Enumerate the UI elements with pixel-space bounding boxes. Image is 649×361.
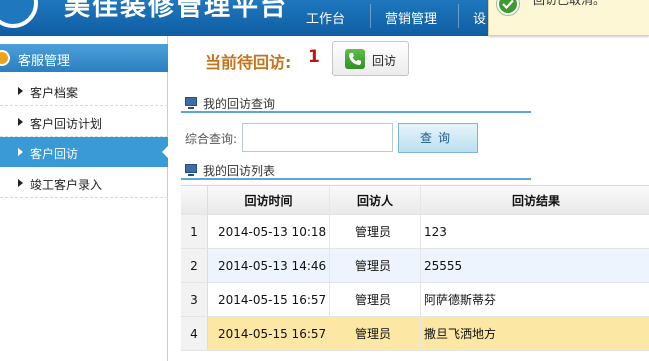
row-index: 4 [181,317,208,350]
table-row[interactable]: 1 2014-05-13 10:18 管理员 123 [181,215,649,249]
cell-result: 撒旦飞洒地方 [424,327,497,341]
row-index: 2 [181,249,208,282]
nav-divider [370,4,371,28]
cell-person: 管理员 [330,317,421,350]
pending-separator: : [285,53,292,72]
cell-time: 2014-05-15 16:57 [208,283,330,316]
search-input[interactable] [242,123,393,152]
cell-result: 25555 [424,258,463,273]
main-content: 当前待回访: 1 回访 我的回访查询 综合查询: 查询 我的回访列表 回访时间 … [169,36,649,361]
pending-visits-label: 当前待回访: [205,49,291,73]
search-label: 综合查询: [185,132,238,146]
sidebar-section-header[interactable]: 客服管理 [0,44,168,72]
sidebar-item-label: 客户回访计划 [30,117,103,131]
sidebar-item-label: 客户档案 [30,86,79,100]
sidebar-item-customer-visit[interactable]: 客户回访 [0,137,169,167]
cell-person: 管理员 [330,283,421,316]
toast-notification: 回访已取消。 [488,0,649,36]
row-index: 1 [181,215,208,248]
cell-time: 2014-05-15 16:57 [208,317,330,350]
cell-result: 阿萨德斯蒂芬 [424,293,497,307]
table-row[interactable]: 2 2014-05-13 14:46 管理员 25555 [181,249,649,283]
nav-settings[interactable]: 设 [473,8,486,27]
sidebar-section-label: 客服管理 [18,54,71,69]
sidebar-item-visit-plan[interactable]: 客户回访计划 [0,107,168,137]
toast-message: 回访已取消。 [533,0,606,7]
table-header-row: 回访时间 回访人 回访结果 [181,185,649,215]
check-circle-icon [497,0,519,15]
monitor-icon [185,97,197,109]
app-title: 美佳装修管理平台 [64,0,289,22]
column-header-time[interactable]: 回访时间 [208,186,330,214]
nav-marketing[interactable]: 营销管理 [385,8,437,27]
search-button[interactable]: 查询 [398,123,478,153]
phone-icon [345,49,365,69]
visit-button[interactable]: 回访 [332,41,409,76]
nav-divider [458,4,459,28]
sidebar-item-customer-files[interactable]: 客户档案 [0,76,168,106]
arrow-right-icon [18,87,23,95]
column-header-result[interactable]: 回访结果 [421,186,649,214]
sidebar-item-label: 竣工客户录入 [30,178,103,192]
visit-button-label: 回访 [372,54,397,68]
sidebar-item-label: 客户回访 [30,147,79,161]
arrow-right-icon [18,179,23,187]
header-index [181,186,208,214]
column-header-person[interactable]: 回访人 [330,186,421,214]
sidebar: 客服管理 客户档案 客户回访计划 客户回访 竣工客户录入 [0,36,169,361]
cell-person: 管理员 [330,215,421,248]
nav-workbench[interactable]: 工作台 [306,8,345,27]
arrow-right-icon [18,148,23,156]
monitor-icon [185,164,197,176]
logo-icon [0,0,38,28]
list-section-title: 我的回访列表 [181,160,531,180]
cell-time: 2014-05-13 14:46 [208,249,330,282]
table-row[interactable]: 4 2014-05-15 16:57 管理员 撒旦飞洒地方 [181,317,649,351]
pending-visits-count: 1 [308,47,320,67]
query-section-title: 我的回访查询 [181,93,531,113]
cell-time: 2014-05-13 10:18 [208,215,330,248]
list-section-label: 我的回访列表 [203,164,276,178]
table-row[interactable]: 3 2014-05-15 16:57 管理员 阿萨德斯蒂芬 [181,283,649,317]
pending-label-text: 当前待回访 [205,53,286,72]
row-index: 3 [181,283,208,316]
arrow-right-icon [18,118,23,126]
menu-circle-icon [0,50,10,66]
sidebar-item-completed-entry[interactable]: 竣工客户录入 [0,168,168,198]
cell-person: 管理员 [330,249,421,282]
cell-result: 123 [424,224,447,239]
query-section-label: 我的回访查询 [203,97,276,111]
